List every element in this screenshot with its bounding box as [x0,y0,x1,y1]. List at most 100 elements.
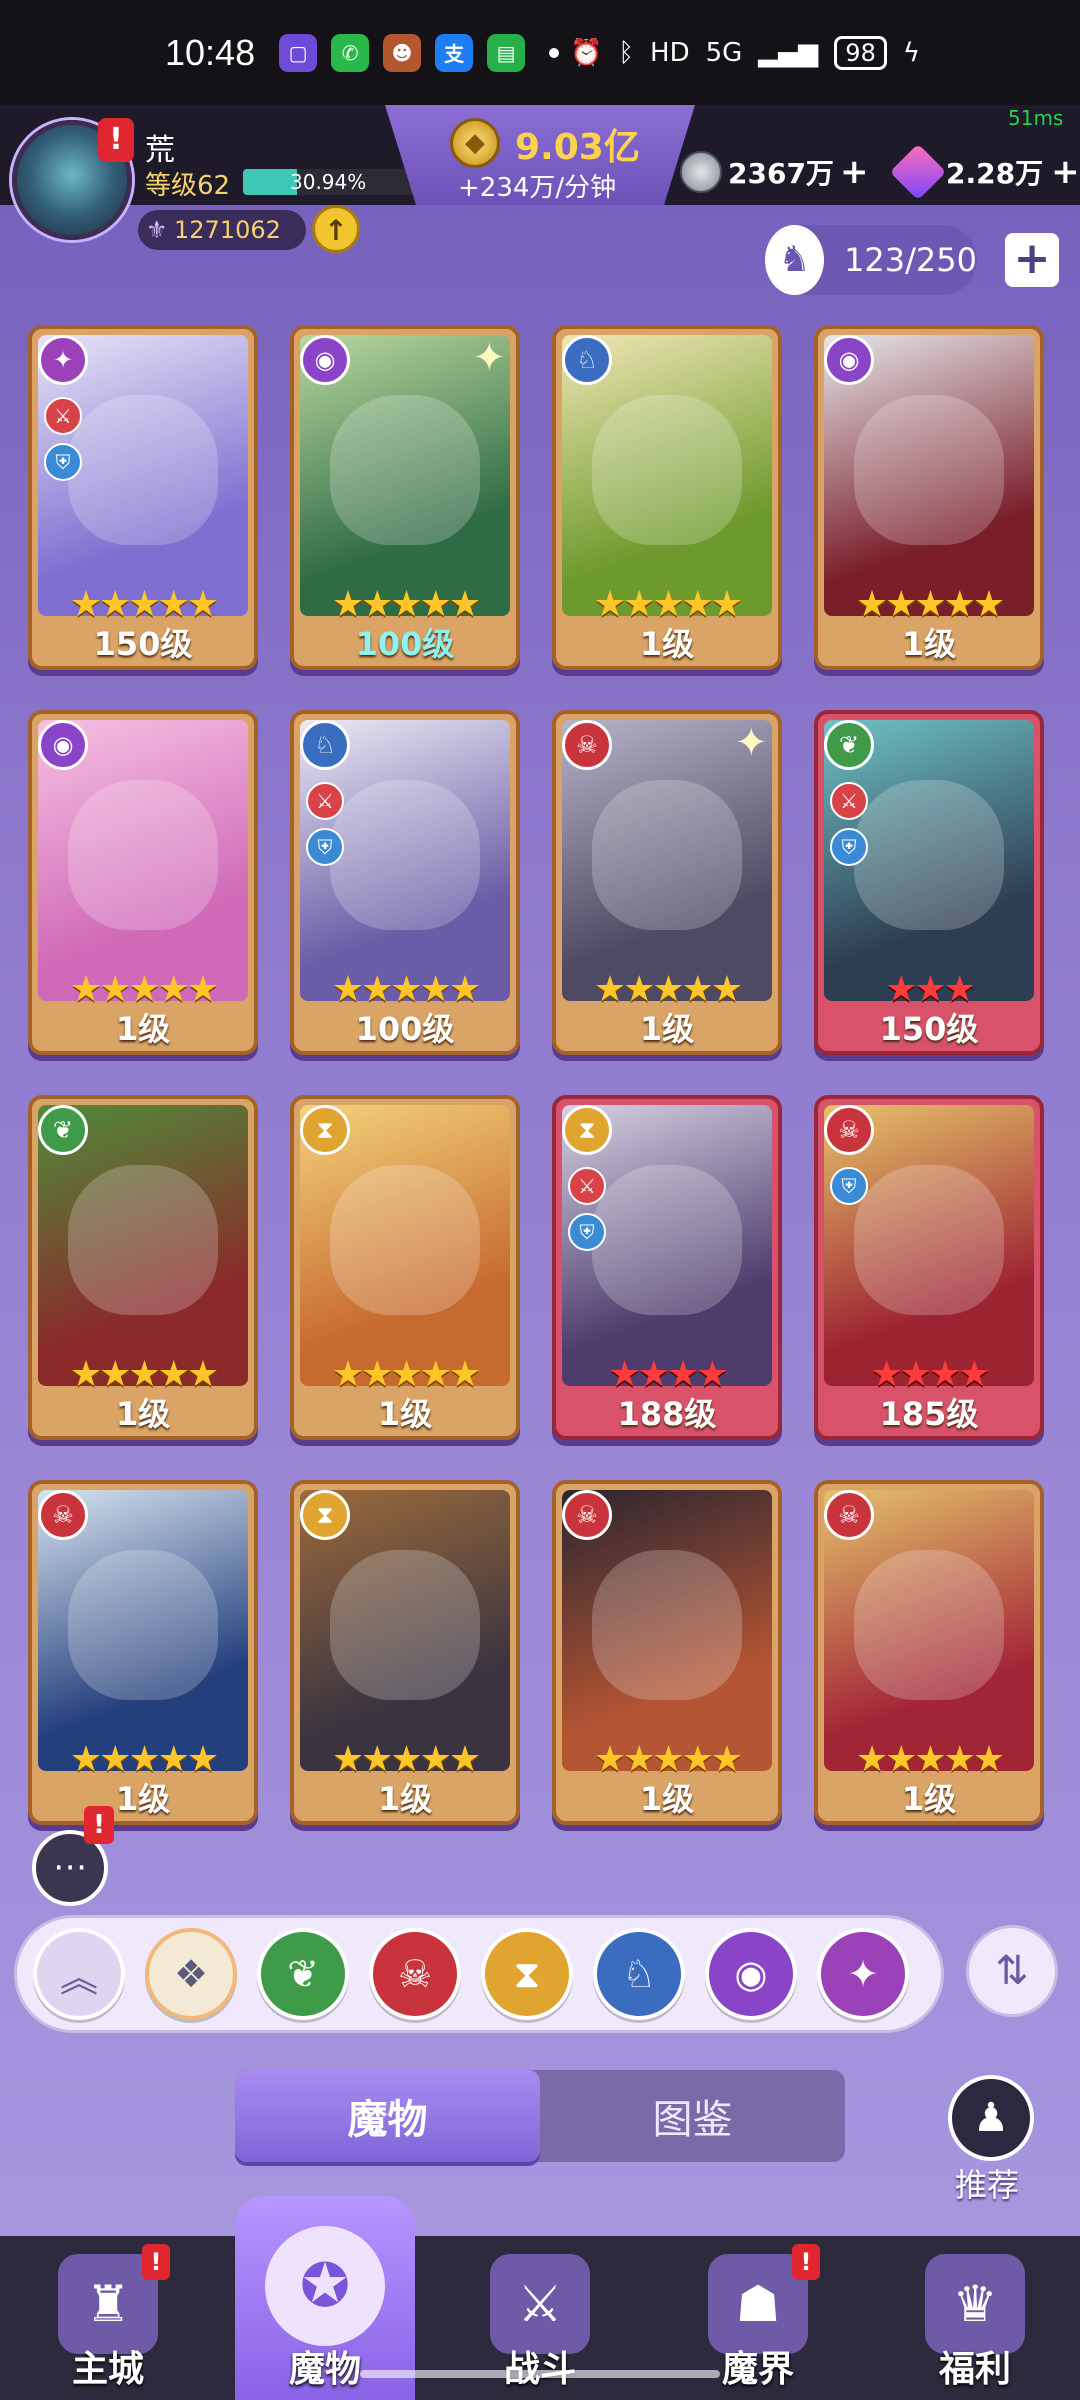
monster-card[interactable]: ◉ ★★★★★ 1级 [28,710,258,1055]
power-icon: ⚜ [146,216,168,244]
filter-dragon-button[interactable]: ♘ [593,1928,685,2020]
eye-icon: ◉ [38,720,88,770]
dragon-icon: ♘ [300,720,350,770]
power-up-button[interactable]: ↑ [312,205,360,253]
hourglass-icon: ⧗ [513,1951,541,1996]
monster-card[interactable]: ❦ ★★★★★ 1级 [28,1095,258,1440]
status-time: 10:48 [165,31,256,73]
status-app-icons: ▢ ✆ ☻ 支 ▤ [279,33,560,72]
defense-role-icon: ⛨ [568,1213,606,1251]
monster-level: 1级 [115,1780,171,1818]
monster-level: 150级 [879,1010,979,1048]
avatar-alert-badge: ! [98,118,134,162]
monster-card[interactable]: ☠ ✦ ★★★★★ 1级 [552,710,782,1055]
signal-icon: ▂▄▆ [758,37,819,68]
monster-level: 1级 [639,1010,695,1048]
eye-icon: ◉ [300,335,350,385]
charging-icon: ϟ [902,37,920,68]
recommend-icon[interactable]: ♟ [948,2075,1034,2161]
defense-role-icon: ⛨ [830,1167,868,1205]
nav-label: 福利 [938,2349,1011,2390]
monster-card[interactable]: ☠ ★★★★★ 1级 [552,1480,782,1825]
app-alipay-icon: 支 [435,33,474,72]
attack-role-icon: ⚔ [568,1167,606,1205]
monster-level: 1级 [639,625,695,663]
void-swirl-icon: ✦ [38,335,88,385]
nav-label: 战斗 [450,2340,630,2392]
filter-void-button[interactable]: ✦ [817,1928,909,2020]
ping-indicator: 51ms [1008,106,1064,130]
sort-button[interactable]: ⇅ [966,1925,1058,2017]
nav-alert-badge: ! [792,2244,820,2280]
monster-card[interactable]: ◉ ✦ ★★★★★ 100级 [290,325,520,670]
filter-eye-button[interactable]: ◉ [705,1928,797,2020]
tab-monsters[interactable]: 魔物 [235,2070,540,2162]
exp-percent: 30.94% [290,170,367,194]
network-label: HD [650,37,690,68]
monster-card[interactable]: ☠ ⛨ ★★★★ 185级 [814,1095,1044,1440]
sparkle-icon: ✦ [472,335,506,381]
sword-shield-icon: ⚔ [490,2254,590,2354]
tab-codex[interactable]: 图鉴 [540,2070,845,2162]
monster-card[interactable]: ☠ ★★★★★ 1级 [814,1480,1044,1825]
dragon-icon: ♘ [621,1952,657,1996]
demon-mask-icon: ☠ [38,1490,88,1540]
gold-coin-icon: ◆ [450,118,500,168]
hourglass-icon: ⧗ [300,1490,350,1540]
treasure-chest-icon: ♛ [925,2254,1025,2354]
diamond-grid-icon: ❖ [173,1952,209,1996]
filter-demon-button[interactable]: ☠ [369,1928,461,2020]
monster-card[interactable]: ♘ ⚔ ⛨ ★★★★★ 100级 [290,710,520,1055]
filter-time-button[interactable]: ⧗ [481,1928,573,2020]
monster-capacity-icon: ♞ [765,225,825,295]
silver-coin-icon [680,151,722,193]
status-indicators: ⏰ ᛒ HD 5G ▂▄▆ 98 ϟ [570,35,920,70]
faction-filter-bar: ︽ ❖ ❦ ☠ ⧗ ♘ ◉ ✦ [14,1915,944,2033]
demon-mask-icon: ☠ [397,1952,433,1996]
app-game-icon: ☻ [383,33,422,72]
monster-level: 1级 [115,1010,171,1048]
defense-role-icon: ⛨ [44,443,82,481]
eye-icon: ◉ [824,335,874,385]
monster-card[interactable]: ☠ ★★★★★ 1级 [28,1480,258,1825]
monster-card[interactable]: ❦ ⚔ ⛨ ★★★ 150级 [814,710,1044,1055]
filter-nature-button[interactable]: ❦ [257,1928,349,2020]
monster-level: 100级 [355,625,455,663]
monster-level: 1级 [377,1395,433,1433]
void-swirl-icon: ✦ [847,1952,879,1996]
monster-level: 1级 [901,625,957,663]
recommend-label[interactable]: 推荐 [955,2160,1019,2206]
monster-card[interactable]: ♘ ★★★★★ 1级 [552,325,782,670]
monster-card[interactable]: ✦ ⚔ ⛨ ★★★★★ 150级 [28,325,258,670]
crystal-icon [889,143,947,201]
silver-add-button[interactable]: + [840,152,869,192]
monster-level: 1级 [377,1780,433,1818]
crystal-amount: 2.28万 [946,157,1044,190]
crystal-resource[interactable]: 2.28万 + [889,143,1080,201]
crystal-add-button[interactable]: + [1051,152,1080,192]
nav-item-4[interactable]: ♛ 福利 [885,2236,1065,2400]
silver-resource[interactable]: 2367万 + [680,150,868,194]
monster-card[interactable]: ⧗ ★★★★★ 1级 [290,1480,520,1825]
monster-card[interactable]: ⧗ ★★★★★ 1级 [290,1095,520,1440]
monster-card[interactable]: ⧗ ⚔ ⛨ ★★★★ 188级 [552,1095,782,1440]
capacity-add-button[interactable]: + [1005,233,1059,287]
dragon-icon: ♘ [562,335,612,385]
leaf-icon: ❦ [38,1105,88,1155]
monster-card[interactable]: ◉ ★★★★★ 1级 [814,325,1044,670]
nav-item-0[interactable]: ♜! 主城 [18,2236,198,2400]
collapse-button[interactable]: ︽ [33,1928,125,2020]
monster-level: 185级 [879,1395,979,1433]
monster-level: 1级 [115,1395,171,1433]
monster-level: 100级 [355,1010,455,1048]
notification-dot-icon [549,47,560,58]
silver-amount: 2367万 [728,157,834,190]
gold-rate: +234万/分钟 [458,173,617,203]
sparkle-icon: ✦ [734,720,768,766]
player-level: 等级62 [145,171,231,201]
nav-alert-badge: ! [142,2244,170,2280]
attack-role-icon: ⚔ [830,782,868,820]
battery-level: 98 [834,35,887,70]
defense-role-icon: ⛨ [830,828,868,866]
filter-all-button[interactable]: ❖ [145,1928,237,2020]
